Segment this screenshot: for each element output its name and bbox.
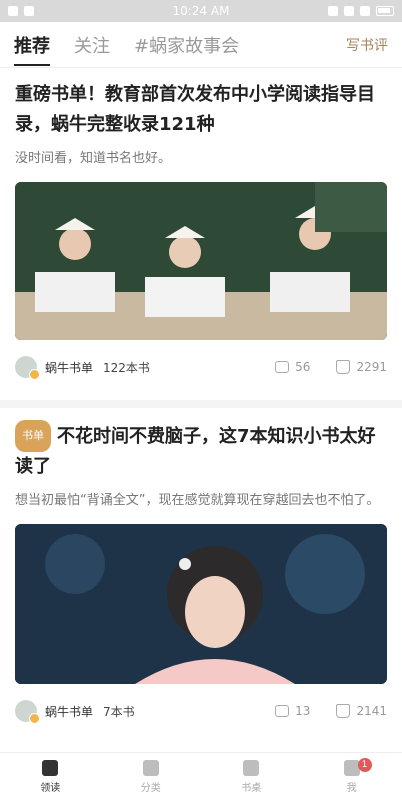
card-title-text: 不花时间不费脑子，这7本知识小书太好读了: [15, 426, 376, 477]
comment-stat[interactable]: 13: [275, 704, 310, 718]
comment-count: 56: [295, 360, 311, 374]
card-title[interactable]: 重磅书单！教育部首次发布中小学阅读指导目录，蜗牛完整收录121种: [15, 80, 387, 140]
thumb-up-icon: [336, 704, 351, 718]
signal-icon: [360, 6, 370, 16]
card-image[interactable]: [15, 182, 387, 340]
nav-read[interactable]: 领读: [0, 753, 101, 800]
tab-follow[interactable]: 关注: [74, 32, 110, 58]
book-open-icon: [42, 759, 59, 776]
top-tabs: 推荐 关注 #蜗家故事会 写书评: [0, 22, 402, 68]
comment-icon: [275, 705, 290, 717]
bookshelf-icon: [243, 759, 260, 776]
bottom-nav: 领读 分类 书桌 我 1: [0, 752, 402, 800]
card-desc: 想当初最怕“背诵全文”，现在感觉就算现在穿越回去也不怕了。: [15, 493, 380, 508]
status-bar: 10:24 AM: [0, 0, 402, 22]
battery-icon: [376, 6, 394, 16]
wifi-icon: [344, 6, 354, 16]
nav-me[interactable]: 我 1: [302, 753, 402, 800]
nav-label: 我: [346, 782, 357, 794]
nav-category[interactable]: 分类: [101, 753, 202, 800]
notification-badge: 1: [357, 758, 372, 772]
author-name[interactable]: 蜗牛书单: [45, 703, 93, 720]
android-icon: [24, 6, 34, 16]
feed-card[interactable]: 重磅书单！教育部首次发布中小学阅读指导目录，蜗牛完整收录121种 没时间看，知道…: [0, 80, 402, 384]
write-review-button[interactable]: 写书评: [346, 35, 388, 55]
notification-icon: [8, 6, 18, 16]
like-count: 2291: [356, 360, 387, 374]
section-divider: [0, 400, 402, 408]
card-meta: 蜗牛书单 122本书 56 2291: [15, 350, 387, 384]
grid-search-icon: [142, 759, 159, 776]
comment-stat[interactable]: 56: [275, 360, 310, 374]
book-count: 122本书: [103, 360, 150, 375]
students-photo: [15, 182, 387, 340]
actress-photo: [15, 524, 387, 684]
vibrate-icon: [328, 6, 338, 16]
nav-label: 分类: [140, 782, 161, 794]
tab-recommend[interactable]: 推荐: [14, 32, 50, 66]
feed-card[interactable]: 书单 不花时间不费脑子，这7本知识小书太好读了 想当初最怕“背诵全文”，现在感觉就…: [0, 420, 402, 728]
avatar[interactable]: [15, 700, 40, 724]
like-stat[interactable]: 2141: [336, 704, 387, 718]
card-image[interactable]: [15, 524, 387, 684]
avatar[interactable]: [15, 356, 40, 380]
comment-count: 13: [295, 704, 311, 718]
card-badge: 书单: [15, 420, 51, 452]
tab-story[interactable]: #蜗家故事会: [134, 32, 239, 58]
thumb-up-icon: [336, 360, 351, 374]
nav-desk[interactable]: 书桌: [201, 753, 302, 800]
card-desc: 没时间看，知道书名也好。: [15, 151, 172, 166]
nav-label: 领读: [40, 782, 61, 794]
like-count: 2141: [356, 704, 387, 718]
book-count: 7本书: [103, 704, 135, 719]
card-title[interactable]: 书单 不花时间不费脑子，这7本知识小书太好读了: [15, 420, 387, 482]
comment-icon: [275, 361, 290, 373]
card-meta: 蜗牛书单 7本书 13 2141: [15, 694, 387, 728]
nav-label: 书桌: [241, 782, 262, 794]
author-name[interactable]: 蜗牛书单: [45, 359, 93, 376]
like-stat[interactable]: 2291: [336, 360, 387, 374]
